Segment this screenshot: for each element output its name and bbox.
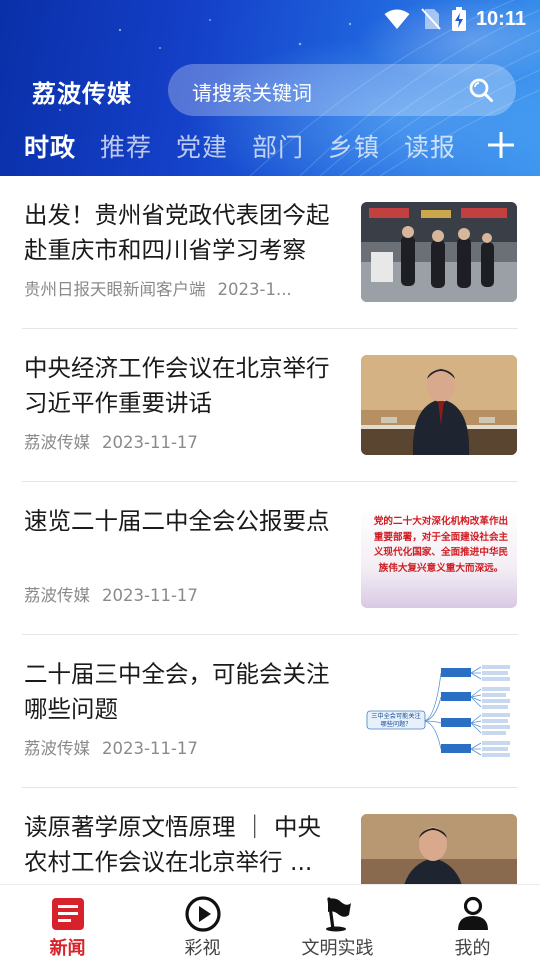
news-title: 读原著学原文悟原理 ｜ 中央农村工作会议在北京举行 ... — [24, 813, 321, 876]
search-placeholder: 请搜索关键词 — [192, 81, 312, 105]
tab-bumen[interactable]: 部门 — [252, 128, 304, 164]
thumbnail-caption: 党的二十大对深化机构改革作出重要部署，对于全面建设社会主义现代化国家、全面推进中… — [373, 516, 509, 574]
news-date: 2023-11-17 — [102, 739, 198, 758]
bottom-navigation: 新闻 彩视 文明实践 我的 — [0, 884, 540, 960]
news-date: 2023-1... — [217, 280, 292, 299]
news-thumbnail: 三中全会可能关注哪些问题？ — [361, 661, 517, 761]
news-icon — [51, 898, 84, 930]
flag-icon — [325, 897, 351, 932]
tab-tuijian[interactable]: 推荐 — [100, 128, 152, 164]
news-source: 荔波传媒 — [24, 586, 90, 605]
news-item[interactable]: 出发！贵州省党政代表团今起赴重庆市和四川省学习考察 贵州日报天眼新闻客户端 202… — [22, 176, 518, 329]
news-meta: 荔波传媒 2023-11-17 — [24, 735, 340, 759]
nav-mine[interactable]: 我的 — [405, 885, 540, 960]
news-meta: 贵州日报天眼新闻客户端 2023-1... — [24, 276, 340, 300]
nav-label: 我的 — [454, 938, 491, 959]
status-bar: 10:11 — [0, 0, 540, 38]
person-icon — [457, 896, 488, 930]
nav-video[interactable]: 彩视 — [135, 885, 270, 960]
app-title: 荔波传媒 — [32, 80, 132, 108]
news-thumbnail — [361, 355, 517, 455]
search-icon[interactable] — [468, 77, 494, 103]
category-tabs: 时政 推荐 党建 部门 乡镇 读报 — [0, 128, 540, 168]
news-title: 二十届三中全会，可能会关注哪些问题 — [24, 660, 330, 723]
news-list: 出发！贵州省党政代表团今起赴重庆市和四川省学习考察 贵州日报天眼新闻客户端 202… — [0, 176, 540, 884]
news-thumbnail — [361, 814, 517, 884]
news-date: 2023-11-17 — [102, 433, 198, 452]
news-meta: 荔波传媒 2023-11-17 — [24, 582, 340, 606]
news-title: 出发！贵州省党政代表团今起赴重庆市和四川省学习考察 — [24, 201, 330, 264]
news-source: 贵州日报天眼新闻客户端 — [24, 280, 206, 299]
news-item[interactable]: 速览二十届二中全会公报要点 荔波传媒 2023-11-17 党的二十大对深化机构改… — [22, 482, 518, 635]
search-box[interactable]: 请搜索关键词 — [168, 64, 516, 116]
tab-dangjian[interactable]: 党建 — [176, 128, 228, 164]
wifi-icon — [384, 9, 410, 29]
mindmap-center-label: 三中全会可能关注哪些问题？ — [371, 713, 421, 728]
battery-charging-icon — [451, 7, 466, 31]
news-item[interactable]: 中央经济工作会议在北京举行习近平作重要讲话 荔波传媒 2023-11-17 — [22, 329, 518, 482]
news-item[interactable]: 读原著学原文悟原理 ｜ 中央农村工作会议在北京举行 ... — [22, 788, 518, 884]
nav-civilization-practice[interactable]: 文明实践 — [270, 885, 405, 960]
news-source: 荔波传媒 — [24, 433, 90, 452]
news-title: 速览二十届二中全会公报要点 — [24, 507, 330, 535]
news-thumbnail: 党的二十大对深化机构改革作出重要部署，对于全面建设社会主义现代化国家、全面推进中… — [361, 508, 517, 608]
news-meta: 荔波传媒 2023-11-17 — [24, 429, 340, 453]
news-item[interactable]: 二十届三中全会，可能会关注哪些问题 荔波传媒 2023-11-17 三中全会可能… — [22, 635, 518, 788]
no-sim-icon — [421, 8, 441, 30]
tab-dubao[interactable]: 读报 — [404, 128, 456, 164]
news-source: 荔波传媒 — [24, 739, 90, 758]
header: 10:11 荔波传媒 请搜索关键词 时政 推荐 党建 部门 乡镇 读报 — [0, 0, 540, 176]
tab-xiangzhen[interactable]: 乡镇 — [328, 128, 380, 164]
tab-shizheng[interactable]: 时政 — [24, 128, 76, 164]
add-channel-icon[interactable] — [486, 130, 516, 160]
news-title: 中央经济工作会议在北京举行习近平作重要讲话 — [24, 354, 330, 417]
nav-news[interactable]: 新闻 — [0, 885, 135, 960]
nav-label: 新闻 — [49, 938, 86, 959]
status-time: 10:11 — [475, 7, 526, 30]
news-thumbnail — [361, 202, 517, 302]
nav-label: 文明实践 — [301, 938, 374, 959]
mindmap-image — [366, 665, 510, 757]
nav-label: 彩视 — [184, 938, 221, 959]
play-icon — [184, 896, 221, 932]
news-date: 2023-11-17 — [102, 586, 198, 605]
